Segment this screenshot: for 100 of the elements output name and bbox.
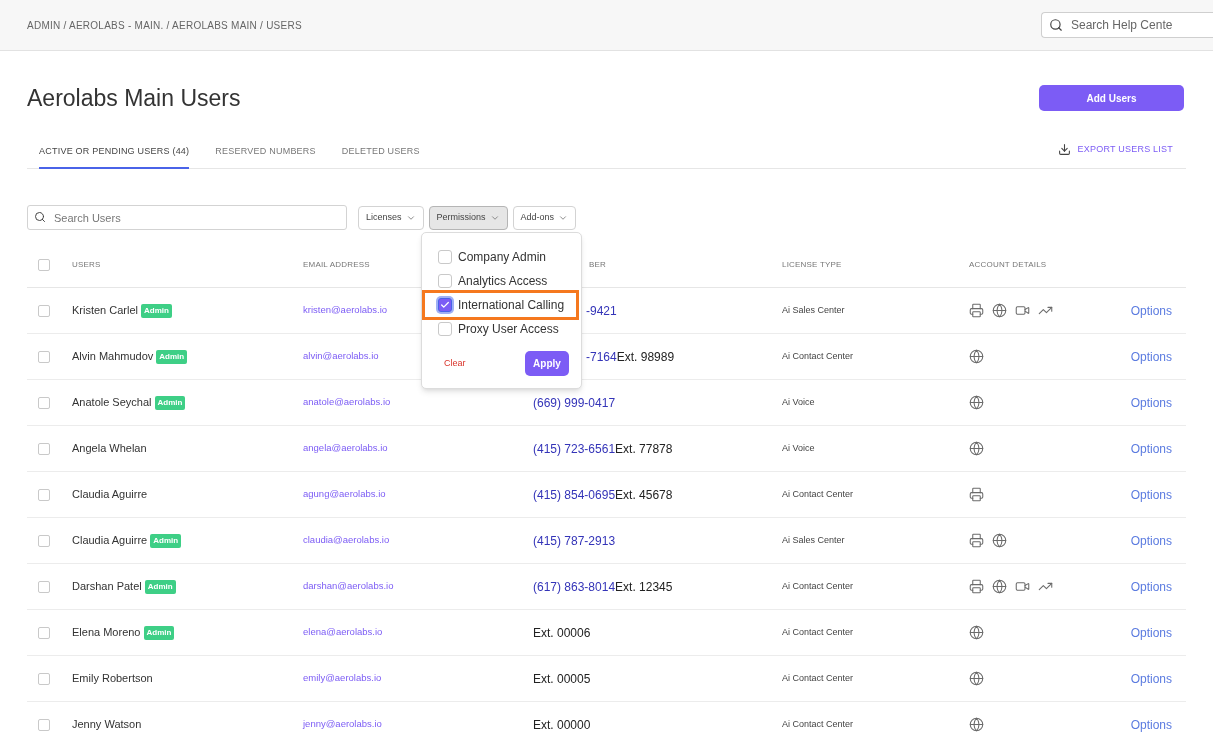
extension: Ext. 98989 — [616, 348, 675, 366]
tab[interactable]: ACTIVE OR PENDING USERS (44) — [39, 144, 190, 169]
help-search-field[interactable]: Search Help Cente — [1041, 12, 1213, 38]
options-link[interactable]: Options — [1130, 439, 1186, 458]
tab[interactable]: RESERVED NUMBERS — [215, 144, 316, 169]
printer-icon — [969, 303, 984, 318]
license-type: Ai Contact Center — [782, 487, 854, 501]
globe-icon — [992, 303, 1007, 318]
video-camera-icon — [1015, 579, 1030, 594]
checkbox[interactable] — [38, 442, 50, 455]
video-camera-icon — [1015, 303, 1030, 318]
globe-icon — [992, 579, 1007, 594]
printer-icon — [969, 533, 984, 548]
license-type: Ai Sales Center — [782, 303, 845, 317]
email-link[interactable]: agung@aerolabs.io — [303, 487, 386, 502]
admin-badge: Admin — [150, 533, 182, 548]
phone-link[interactable]: (415) 854-0695 — [533, 485, 616, 504]
admin-badge: Admin — [141, 303, 172, 318]
options-link[interactable]: Options — [1130, 623, 1186, 642]
filter-dropdown[interactable]: Permissions — [428, 205, 508, 230]
checkbox[interactable] — [38, 580, 50, 593]
user-name: Claudia Aguirre — [72, 533, 148, 549]
user-name: Claudia Aguirre — [72, 487, 148, 503]
globe-icon — [969, 717, 984, 732]
license-type: Ai Contact Center — [782, 717, 854, 731]
license-type: Ai Contact Center — [782, 671, 854, 685]
checkbox[interactable] — [438, 250, 452, 264]
email-link[interactable]: angela@aerolabs.io — [303, 441, 388, 456]
email-link[interactable]: anatole@aerolabs.io — [303, 395, 391, 410]
checkbox[interactable] — [38, 718, 50, 731]
options-link[interactable]: Options — [1130, 347, 1186, 366]
phone-link[interactable]: (669) 999-0417 — [533, 393, 616, 412]
user-name: Darshan Patel — [72, 579, 142, 595]
phone-link[interactable]: (415) 723-6561 — [533, 439, 616, 458]
permission-option[interactable]: International Calling — [424, 292, 577, 318]
user-name: Elena Moreno — [72, 625, 141, 641]
apply-button[interactable]: Apply — [525, 351, 569, 376]
email-link[interactable]: alvin@aerolabs.io — [303, 349, 379, 364]
user-name: Emily Robertson — [72, 671, 153, 687]
column-header: BER — [589, 258, 607, 271]
checkbox[interactable] — [38, 672, 50, 685]
tab[interactable]: DELETED USERS — [341, 144, 420, 169]
license-type: Ai Sales Center — [782, 533, 845, 547]
email-link[interactable]: kristen@aerolabs.io — [303, 303, 388, 318]
checkbox[interactable] — [38, 488, 50, 501]
export-users-link[interactable]: EXPORT USERS LIST — [1058, 142, 1173, 168]
license-type: Ai Voice — [782, 395, 815, 409]
checkbox[interactable] — [38, 626, 50, 639]
license-type: Ai Contact Center — [782, 579, 854, 593]
permission-option[interactable]: Company Admin — [424, 247, 577, 267]
checkbox[interactable] — [38, 304, 50, 317]
extension: Ext. 00006 — [533, 624, 591, 642]
column-header: LICENSE TYPE — [782, 258, 842, 271]
phone-link[interactable]: (415) 787-2913 — [533, 531, 616, 550]
extension: Ext. 00000 — [533, 716, 591, 734]
filter-dropdown[interactable]: Licenses — [358, 205, 424, 230]
email-link[interactable]: claudia@aerolabs.io — [303, 533, 390, 548]
checkbox[interactable] — [38, 350, 50, 363]
options-link[interactable]: Options — [1130, 531, 1186, 550]
column-header: USERS — [72, 258, 101, 271]
phone-link[interactable]: -7164 — [586, 347, 617, 366]
breadcrumb: ADMIN / AEROLABS - MAIN. / AEROLABS MAIN / USERS — [27, 18, 302, 33]
checkbox[interactable] — [438, 298, 452, 312]
checkbox[interactable] — [38, 258, 50, 271]
user-name: Alvin Mahmudov — [72, 349, 154, 365]
permission-option[interactable]: Proxy User Access — [424, 319, 577, 339]
options-link[interactable]: Options — [1130, 301, 1186, 320]
options-link[interactable]: Options — [1130, 577, 1186, 596]
admin-badge: Admin — [154, 395, 186, 410]
checkbox[interactable] — [38, 396, 50, 409]
email-link[interactable]: emily@aerolabs.io — [303, 671, 382, 686]
email-link[interactable]: elena@aerolabs.io — [303, 625, 383, 640]
options-link[interactable]: Options — [1130, 393, 1186, 412]
options-link[interactable]: Options — [1130, 485, 1186, 504]
permission-option[interactable]: Analytics Access — [424, 271, 577, 291]
page-title: Aerolabs Main Users — [27, 84, 241, 113]
admin-badge: Admin — [144, 579, 176, 594]
column-header: EMAIL ADDRESS — [303, 258, 370, 271]
filter-dropdown[interactable]: Add-ons — [512, 205, 577, 230]
globe-icon — [969, 349, 984, 364]
add-users-button[interactable]: Add Users — [1039, 85, 1184, 112]
search-icon — [1049, 18, 1063, 32]
checkbox[interactable] — [38, 534, 50, 547]
email-link[interactable]: jenny@aerolabs.io — [303, 717, 382, 732]
email-link[interactable]: darshan@aerolabs.io — [303, 579, 394, 594]
options-link[interactable]: Options — [1130, 715, 1186, 734]
checkbox[interactable] — [438, 274, 452, 288]
extension: Ext. 77878 — [615, 440, 673, 458]
column-header: ACCOUNT DETAILS — [969, 258, 1047, 271]
user-name: Anatole Seychal — [72, 395, 152, 411]
search-icon — [34, 211, 46, 223]
options-link[interactable]: Options — [1130, 669, 1186, 688]
globe-icon — [992, 533, 1007, 548]
extension: Ext. 00005 — [533, 670, 591, 688]
checkbox[interactable] — [438, 322, 452, 336]
phone-link[interactable]: -9421 — [586, 301, 617, 320]
clear-button[interactable]: Clear — [444, 356, 466, 371]
phone-link[interactable]: (617) 863-8014 — [533, 577, 616, 596]
search-users-field[interactable]: Search Users — [27, 205, 347, 230]
checkmark-icon — [440, 300, 450, 310]
